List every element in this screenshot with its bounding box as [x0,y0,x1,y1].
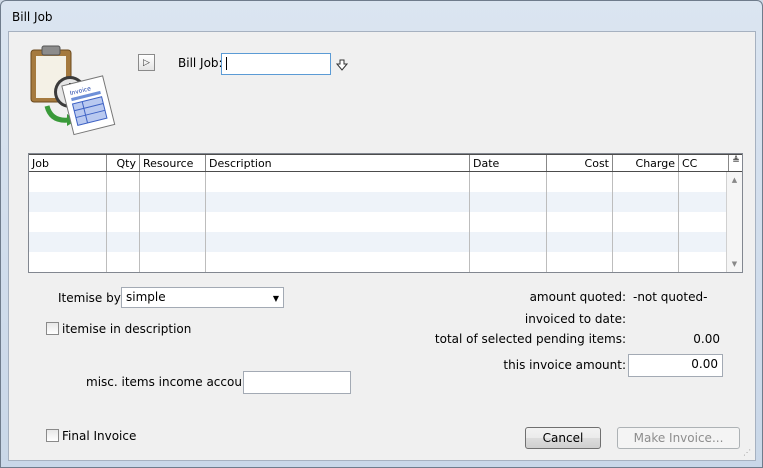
column-header-resource[interactable]: Resource [140,155,206,171]
make-invoice-button[interactable]: Make Invoice... [617,427,740,449]
expand-arrow-icon: ▷ [143,57,150,68]
window-title: Bill Job [12,10,53,24]
scroll-up-icon[interactable]: ▲ [727,176,742,184]
itemise-by-value: simple [126,290,166,304]
column-chooser-icon[interactable]: ≜ [730,156,742,166]
column-divider [547,172,613,272]
column-divider [679,172,729,272]
bill-job-label: Bill Job: [178,56,223,70]
resize-grip-icon[interactable]: ⋰ [743,448,755,460]
pending-items-value: 0.00 [693,332,720,346]
itemise-by-select[interactable]: simple ▼ [121,287,284,308]
column-divider [107,172,140,272]
itemise-in-description-label: itemise in description [62,322,192,336]
grid-rows [29,172,729,272]
misc-account-input[interactable] [243,371,351,394]
itemise-by-label: Itemise by: [58,291,124,305]
dialog-client-area: Invoice ▷ Bill Job: Job Qty Resource Des… [8,31,756,461]
amount-quoted-label: amount quoted: [529,290,626,304]
column-divider [29,172,107,272]
column-header-qty[interactable]: Qty [107,155,140,171]
column-header-cost[interactable]: Cost [547,155,613,171]
grid-header: Job Qty Resource Description Date Cost C… [29,154,742,172]
bill-job-window: Bill Job Invoice ▷ Bill Job: Job Qty Res… [0,0,763,468]
column-header-charge[interactable]: Charge [613,155,679,171]
chevron-down-icon: ▼ [272,294,279,303]
cancel-button[interactable]: Cancel [525,427,601,449]
final-invoice-label: Final Invoice [62,429,137,443]
scroll-down-icon[interactable]: ▼ [727,260,742,268]
pick-arrow-icon[interactable] [335,59,349,74]
column-divider [206,172,470,272]
misc-account-label: misc. items income account: [86,375,259,389]
grid-vertical-scrollbar[interactable]: ▲ ▼ [726,172,742,272]
expand-button[interactable]: ▷ [138,54,155,71]
text-caret [226,57,227,70]
itemise-in-description-checkbox[interactable] [46,322,59,335]
invoice-amount-label: this invoice amount: [503,358,626,372]
column-header-job[interactable]: Job [29,155,107,171]
amount-quoted-value: -not quoted- [633,290,708,304]
final-invoice-checkbox[interactable] [46,429,59,442]
job-items-grid[interactable]: Job Qty Resource Description Date Cost C… [28,153,743,273]
pending-items-label: total of selected pending items: [434,332,626,346]
column-divider [613,172,679,272]
column-header-description[interactable]: Description [206,155,470,171]
invoiced-to-date-label: invoiced to date: [524,312,626,326]
column-divider [470,172,547,272]
column-header-date[interactable]: Date [470,155,547,171]
column-header-cc[interactable]: CC [679,155,729,171]
column-divider [140,172,206,272]
bill-job-input[interactable] [221,53,331,75]
invoice-amount-input[interactable]: 0.00 [628,354,723,377]
clipboard-invoice-icon: Invoice [27,44,119,136]
